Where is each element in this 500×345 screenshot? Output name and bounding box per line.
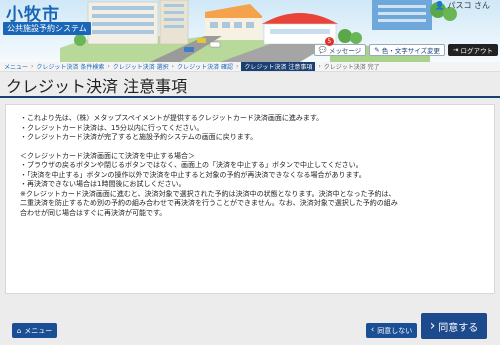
breadcrumb-item-confirm[interactable]: クレジット決済 確認 (177, 62, 233, 71)
menu-button[interactable]: ⌂ メニュー (12, 323, 57, 338)
notice-line: ・クレジットカード決済は、15分以内に行ってください。 (20, 123, 204, 132)
notice-line: 二重決済を防止するため別の予約の組み合わせで再決済を行うことができません。なお、… (20, 199, 398, 207)
header-banner: 小牧市 公共施設予約システム 👤 パスコ さん 5 💬 メッセージ ✎ 色・文字… (0, 0, 500, 62)
notice-line: ・ブラウザの戻るボタンや閉じるボタンではなく、画面上の「決済を中止する」ボタンで… (20, 161, 363, 169)
header-button-group: 5 💬 メッセージ ✎ 色・文字サイズ変更 ⇥ ログアウト (313, 37, 498, 56)
user-icon: 👤 (434, 1, 445, 10)
breadcrumb: メニュー › クレジット決済 条件検索 › クレジット決済 選択 › クレジット… (0, 62, 500, 72)
messages-label: メッセージ (328, 47, 362, 55)
color-text-size-label: 色・文字サイズ変更 (381, 47, 441, 55)
breadcrumb-item-select[interactable]: クレジット決済 選択 (113, 62, 169, 71)
notice-line: ※クレジットカード決済画面に進むと、決済対象で選択された予約は決済中の状態となり… (20, 189, 396, 198)
user-name: パスコ さん (447, 1, 490, 10)
breadcrumb-separator: › (171, 63, 175, 70)
home-icon: ⌂ (16, 326, 22, 335)
messages-button[interactable]: 5 💬 メッセージ (313, 37, 367, 56)
breadcrumb-separator: › (318, 63, 321, 70)
breadcrumb-item-search[interactable]: クレジット決済 条件検索 (36, 62, 104, 71)
page-title: クレジット決済 注意事項 (6, 77, 188, 96)
notice-line: 合わせが同じ場合はすぐに再決済が可能です。 (20, 208, 167, 217)
notice-line: ・再決済できない場合は1時間後にお試しください。 (20, 180, 186, 188)
notice-card: ・これより先は、（株）メタップスペイメントが提供するクレジットカード決済画面に進… (5, 104, 495, 294)
user-label: 👤 パスコ さん (434, 0, 490, 11)
breadcrumb-separator: › (107, 63, 110, 70)
breadcrumb-separator: › (236, 63, 239, 70)
menu-button-label: メニュー (24, 326, 53, 335)
logout-button[interactable]: ⇥ ログアウト (448, 44, 498, 56)
logout-label: ログアウト (460, 47, 494, 55)
logout-icon: ⇥ (453, 46, 459, 54)
title-divider (0, 96, 500, 98)
notice-section-heading: ＜クレジットカード決済画面にて決済を中止する場合＞ (20, 151, 195, 160)
pencil-icon: ✎ (374, 46, 380, 54)
footer-actions: ⌂ メニュー ‹ 同意しない › 同意する (0, 310, 500, 345)
system-name-badge: 公共施設予約システム (3, 22, 91, 35)
disagree-button[interactable]: ‹ 同意しない (366, 323, 417, 338)
disagree-button-label: 同意しない (377, 326, 413, 335)
breadcrumb-separator: › (31, 63, 34, 70)
breadcrumb-item-notice-current: クレジット決済 注意事項 (241, 62, 316, 71)
notice-line: ・クレジットカード決済が完了すると施設予約システムの画面に戻ります。 (20, 133, 258, 141)
chevron-right-icon: › (429, 318, 436, 334)
agree-button[interactable]: › 同意する (421, 313, 487, 339)
breadcrumb-item-menu[interactable]: メニュー (4, 62, 28, 71)
notice-line: ・これより先は、（株）メタップスペイメントが提供するクレジットカード決済画面に進… (20, 114, 324, 122)
chevron-left-icon: ‹ (370, 325, 375, 335)
speech-bubble-icon: 💬 (318, 46, 327, 54)
breadcrumb-item-complete: クレジット決済 完了 (323, 64, 380, 71)
agree-button-label: 同意する (438, 322, 479, 334)
notice-line: ・「決済を中止する」ボタンの操作以外で決済を中止すると対象の予約が再決済できなく… (20, 170, 366, 179)
messages-count-badge: 5 (324, 37, 334, 46)
color-text-size-button[interactable]: ✎ 色・文字サイズ変更 (369, 44, 446, 56)
